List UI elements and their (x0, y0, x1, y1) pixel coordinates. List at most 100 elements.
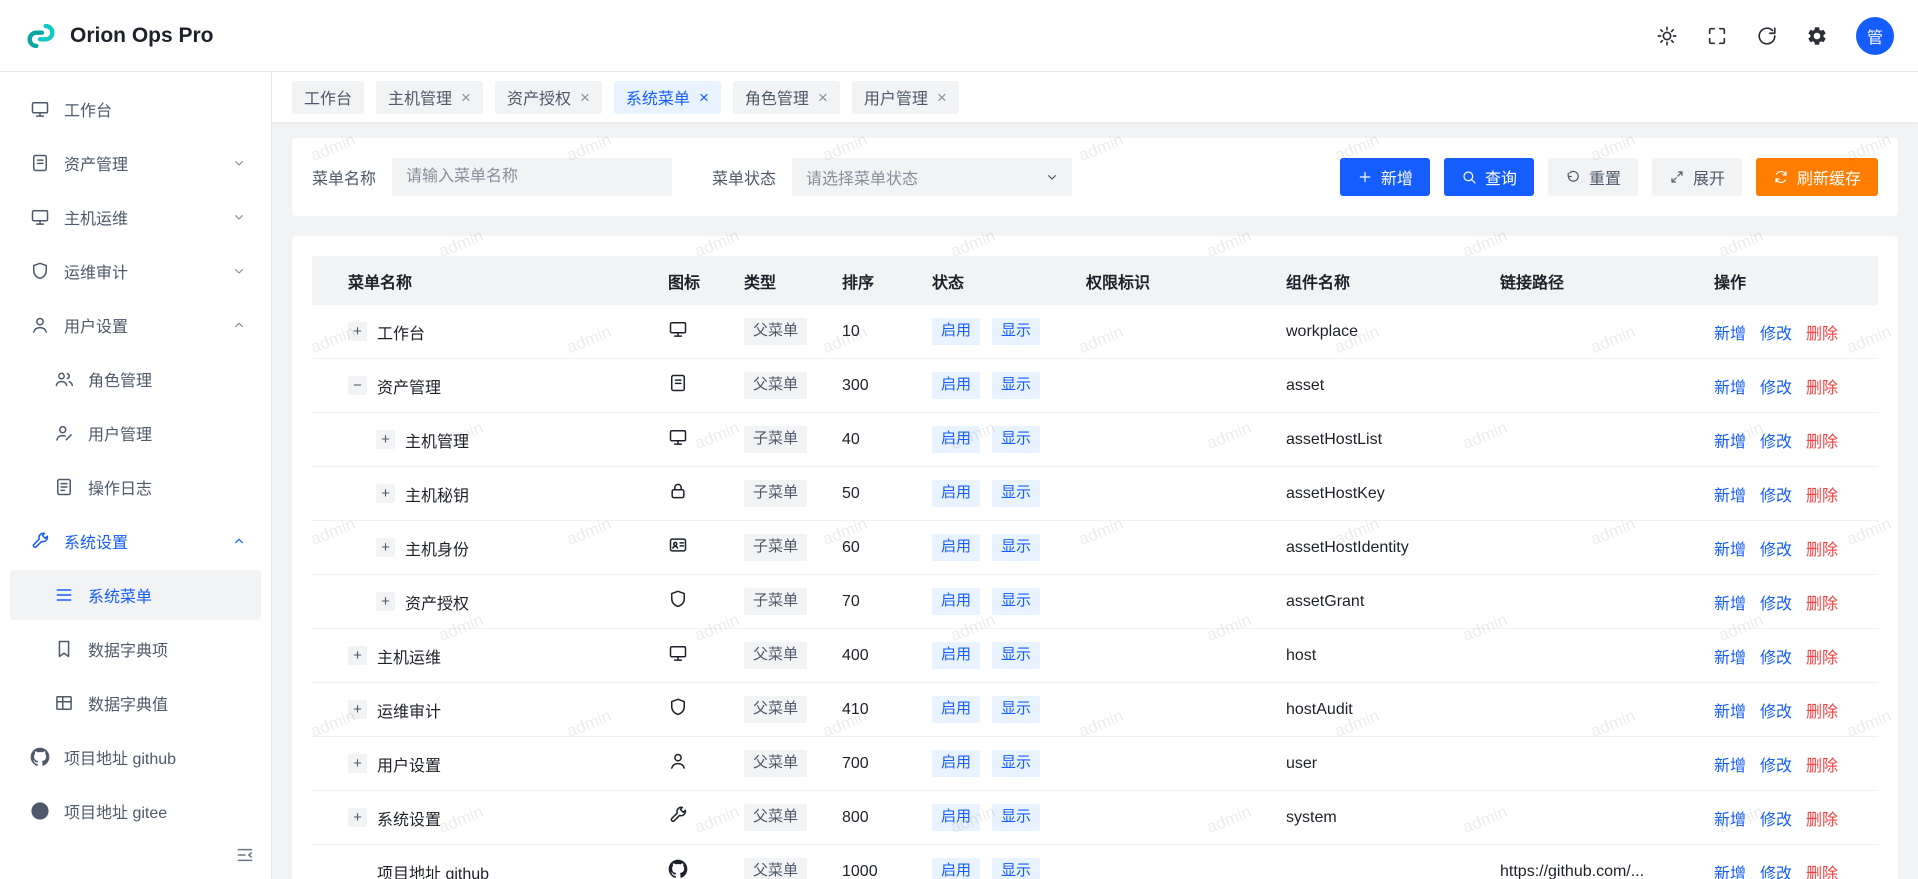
settings-icon[interactable] (1806, 25, 1828, 47)
sidebar-item-user-settings[interactable]: 用户设置 (10, 300, 261, 350)
tab-role-mgmt[interactable]: 角色管理× (733, 81, 840, 114)
row-action-add[interactable]: 新增 (1714, 860, 1746, 879)
column-header-3: 排序 (842, 269, 932, 293)
row-action-edit[interactable]: 修改 (1760, 590, 1792, 614)
refresh-icon[interactable] (1756, 25, 1778, 47)
tab-host-mgmt[interactable]: 主机管理× (376, 81, 483, 114)
tab-user-mgmt[interactable]: 用户管理× (852, 81, 959, 114)
row-action-edit[interactable]: 修改 (1760, 806, 1792, 830)
row-actions: 新增修改删除 (1714, 536, 1878, 560)
row-action-edit[interactable]: 修改 (1760, 644, 1792, 668)
row-action-add[interactable]: 新增 (1714, 374, 1746, 398)
collapse-sidebar-icon[interactable] (235, 845, 255, 865)
row-action-edit[interactable]: 修改 (1760, 320, 1792, 344)
row-action-delete[interactable]: 删除 (1806, 806, 1838, 830)
close-icon[interactable]: × (937, 89, 947, 106)
sidebar-item-system-menu[interactable]: 系统菜单 (10, 570, 261, 620)
row-action-add[interactable]: 新增 (1714, 698, 1746, 722)
row-action-delete[interactable]: 删除 (1806, 698, 1838, 722)
row-action-edit[interactable]: 修改 (1760, 752, 1792, 776)
add-button[interactable]: 新增 (1340, 158, 1430, 196)
row-action-edit[interactable]: 修改 (1760, 482, 1792, 506)
row-action-add[interactable]: 新增 (1714, 320, 1746, 344)
fullscreen-icon[interactable] (1706, 25, 1728, 47)
row-action-delete[interactable]: 删除 (1806, 482, 1838, 506)
row-action-edit[interactable]: 修改 (1760, 374, 1792, 398)
row-action-edit[interactable]: 修改 (1760, 860, 1792, 879)
row-action-edit[interactable]: 修改 (1760, 536, 1792, 560)
expand-row-icon[interactable]: + (376, 538, 395, 557)
table-row: +工作台父菜单10启用显示workplace新增修改删除 (312, 305, 1878, 359)
sidebar-item-user-mgmt[interactable]: 用户管理 (10, 408, 261, 458)
menu-type-badge: 子菜单 (744, 480, 807, 506)
expand-button[interactable]: 展开 (1652, 158, 1742, 196)
row-action-delete[interactable]: 删除 (1806, 536, 1838, 560)
close-icon[interactable]: × (699, 89, 709, 106)
sidebar-item-github-link[interactable]: 项目地址 github (10, 732, 261, 782)
row-action-add[interactable]: 新增 (1714, 482, 1746, 506)
row-action-add[interactable]: 新增 (1714, 752, 1746, 776)
search-button[interactable]: 查询 (1444, 158, 1534, 196)
row-action-delete[interactable]: 删除 (1806, 428, 1838, 452)
app-body: 工作台资产管理主机运维运维审计用户设置角色管理用户管理操作日志系统设置系统菜单数… (0, 72, 1918, 879)
row-action-add[interactable]: 新增 (1714, 590, 1746, 614)
row-action-delete[interactable]: 删除 (1806, 374, 1838, 398)
menu-name-label: 菜单名称 (312, 165, 376, 189)
row-action-delete[interactable]: 删除 (1806, 590, 1838, 614)
menu-name-input[interactable] (392, 158, 672, 196)
sidebar-item-gitee-link[interactable]: 项目地址 gitee (10, 786, 261, 836)
row-actions: 新增修改删除 (1714, 482, 1878, 506)
expand-row-icon[interactable]: + (348, 646, 367, 665)
expand-row-icon[interactable]: + (376, 430, 395, 449)
brand[interactable]: Orion Ops Pro (24, 19, 214, 53)
row-action-delete[interactable]: 删除 (1806, 644, 1838, 668)
expand-row-icon[interactable]: + (376, 592, 395, 611)
expand-row-icon[interactable]: + (348, 700, 367, 719)
theme-icon[interactable] (1656, 25, 1678, 47)
close-icon[interactable]: × (580, 89, 590, 106)
expand-row-icon[interactable]: + (348, 322, 367, 341)
column-header-0: 菜单名称 (312, 269, 668, 293)
sidebar-item-label: 项目地址 github (64, 745, 176, 769)
row-action-delete[interactable]: 删除 (1806, 860, 1838, 879)
row-action-add[interactable]: 新增 (1714, 806, 1746, 830)
tab-asset-grant[interactable]: 资产授权× (495, 81, 602, 114)
row-action-delete[interactable]: 删除 (1806, 320, 1838, 344)
tool-icon (30, 531, 50, 551)
sidebar-item-role-mgmt[interactable]: 角色管理 (10, 354, 261, 404)
row-actions: 新增修改删除 (1714, 320, 1878, 344)
sidebar-item-system-settings[interactable]: 系统设置 (10, 516, 261, 566)
menu-icon (54, 585, 74, 605)
expand-row-icon[interactable]: + (348, 808, 367, 827)
row-action-add[interactable]: 新增 (1714, 644, 1746, 668)
tab-workbench[interactable]: 工作台 (292, 81, 364, 114)
sidebar-item-asset-mgmt[interactable]: 资产管理 (10, 138, 261, 188)
sidebar-item-data-dict-item[interactable]: 数据字典项 (10, 624, 261, 674)
app-logo-icon (24, 19, 58, 53)
sidebar-item-data-dict-value[interactable]: 数据字典值 (10, 678, 261, 728)
component-name: host (1286, 647, 1500, 665)
expand-row-icon[interactable]: + (348, 754, 367, 773)
sidebar-item-host-ops[interactable]: 主机运维 (10, 192, 261, 242)
row-action-edit[interactable]: 修改 (1760, 698, 1792, 722)
avatar[interactable]: 管 (1856, 17, 1894, 55)
row-action-add[interactable]: 新增 (1714, 428, 1746, 452)
row-action-delete[interactable]: 删除 (1806, 752, 1838, 776)
row-action-add[interactable]: 新增 (1714, 536, 1746, 560)
menu-type-badge: 子菜单 (744, 588, 807, 614)
reset-button[interactable]: 重置 (1548, 158, 1638, 196)
user-icon (668, 751, 688, 771)
sidebar-item-op-logs[interactable]: 操作日志 (10, 462, 261, 512)
close-icon[interactable]: × (461, 89, 471, 106)
menu-status-select[interactable]: 请选择菜单状态 (792, 158, 1072, 196)
tab-system-menu[interactable]: 系统菜单× (614, 81, 721, 114)
refresh-cache-button[interactable]: 刷新缓存 (1756, 158, 1878, 196)
row-action-edit[interactable]: 修改 (1760, 428, 1792, 452)
sidebar-item-ops-audit[interactable]: 运维审计 (10, 246, 261, 296)
expand-row-icon[interactable]: + (376, 484, 395, 503)
visible-badge: 显示 (992, 480, 1040, 506)
sidebar-item-label: 主机运维 (64, 205, 128, 229)
sidebar-item-workbench[interactable]: 工作台 (10, 84, 261, 134)
close-icon[interactable]: × (818, 89, 828, 106)
collapse-row-icon[interactable]: − (348, 376, 367, 395)
